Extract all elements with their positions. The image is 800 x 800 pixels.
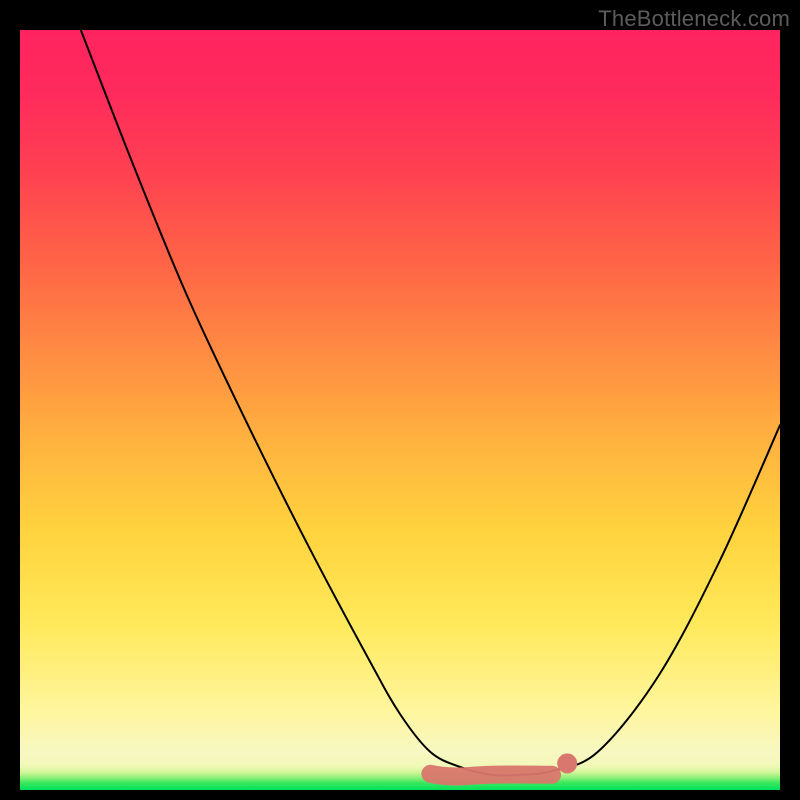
curve-layer — [20, 30, 780, 790]
optimal-zone-end-marker — [557, 753, 577, 773]
chart-stage: TheBottleneck.com — [0, 0, 800, 800]
plot-area — [20, 30, 780, 790]
bottleneck-curve — [81, 30, 780, 776]
optimal-zone-band — [430, 774, 552, 777]
watermark-text: TheBottleneck.com — [598, 6, 790, 32]
